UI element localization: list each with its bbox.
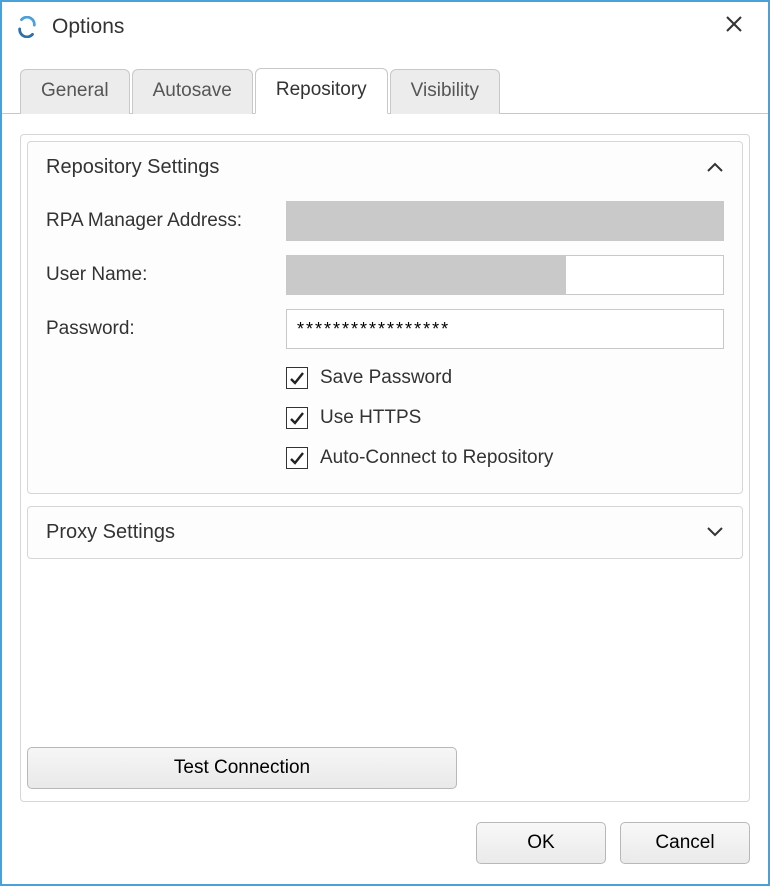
- section-repository-settings: Repository Settings RPA Manager Address:…: [27, 141, 743, 494]
- checkbox-auto-connect[interactable]: [286, 447, 308, 469]
- section-title-proxy: Proxy Settings: [46, 521, 175, 544]
- test-connection-button[interactable]: Test Connection: [27, 747, 457, 789]
- tab-general[interactable]: General: [20, 69, 130, 114]
- chevron-down-icon: [706, 522, 724, 543]
- panel-frame: Repository Settings RPA Manager Address:…: [20, 134, 750, 802]
- tab-strip: General Autosave Repository Visibility: [2, 53, 768, 114]
- window-title: Options: [52, 15, 714, 39]
- close-button[interactable]: [714, 10, 754, 43]
- section-title-repository: Repository Settings: [46, 156, 219, 179]
- check-icon: [289, 410, 305, 426]
- input-password[interactable]: [286, 309, 724, 349]
- tab-visibility[interactable]: Visibility: [390, 69, 500, 114]
- checkbox-use-https[interactable]: [286, 407, 308, 429]
- titlebar: Options: [2, 2, 768, 53]
- row-password: Password:: [46, 309, 724, 349]
- row-username: User Name:: [46, 255, 724, 295]
- label-auto-connect: Auto-Connect to Repository: [320, 447, 553, 469]
- chevron-up-icon: [706, 157, 724, 178]
- check-icon: [289, 370, 305, 386]
- row-address: RPA Manager Address:: [46, 201, 724, 241]
- app-logo-icon: [16, 16, 38, 38]
- row-save-password: Save Password: [286, 367, 724, 389]
- input-username[interactable]: [286, 255, 724, 295]
- ok-button[interactable]: OK: [476, 822, 606, 864]
- cancel-button[interactable]: Cancel: [620, 822, 750, 864]
- check-icon: [289, 450, 305, 466]
- tab-panel-repository: Repository Settings RPA Manager Address:…: [2, 114, 768, 802]
- tab-autosave[interactable]: Autosave: [132, 69, 253, 114]
- section-header-repository[interactable]: Repository Settings: [28, 142, 742, 193]
- checkbox-save-password[interactable]: [286, 367, 308, 389]
- label-password: Password:: [46, 318, 286, 340]
- redacted-block: [287, 256, 566, 294]
- label-address: RPA Manager Address:: [46, 210, 286, 232]
- row-auto-connect: Auto-Connect to Repository: [286, 447, 724, 469]
- row-test-connection: Test Connection: [27, 739, 743, 795]
- section-header-proxy[interactable]: Proxy Settings: [28, 507, 742, 558]
- label-username: User Name:: [46, 264, 286, 286]
- section-proxy-settings: Proxy Settings: [27, 506, 743, 559]
- section-body-repository: RPA Manager Address: User Name: Password…: [28, 193, 742, 493]
- input-rpa-manager-address[interactable]: [286, 201, 724, 241]
- label-save-password: Save Password: [320, 367, 452, 389]
- dialog-footer: OK Cancel: [2, 802, 768, 884]
- tab-repository[interactable]: Repository: [255, 68, 388, 114]
- label-use-https: Use HTTPS: [320, 407, 421, 429]
- close-icon: [724, 14, 744, 34]
- row-use-https: Use HTTPS: [286, 407, 724, 429]
